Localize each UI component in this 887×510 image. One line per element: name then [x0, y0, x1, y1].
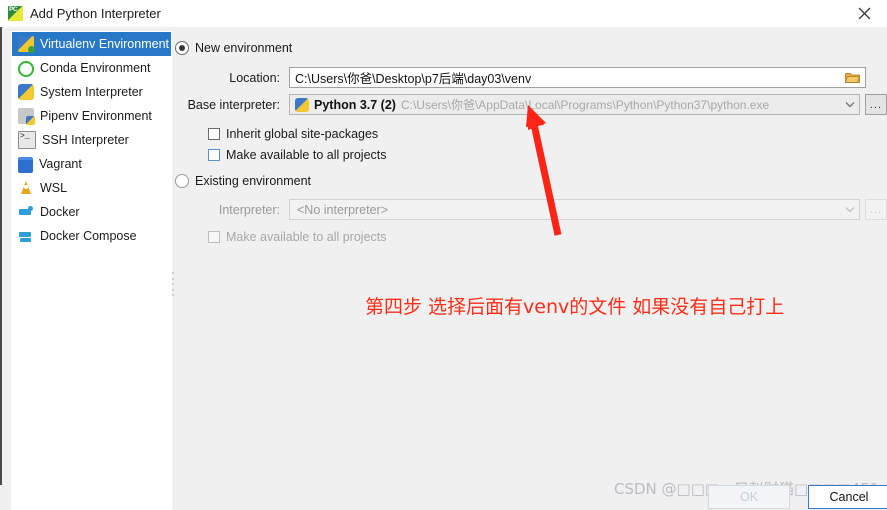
virtualenv-icon [18, 36, 35, 53]
sidebar-item-ssh-interpreter[interactable]: SSH Interpreter [12, 128, 171, 152]
chevron-down-icon[interactable] [840, 200, 859, 219]
sidebar-item-vagrant[interactable]: Vagrant [12, 152, 171, 176]
window-left-edge [0, 27, 2, 485]
location-label: Location: [229, 70, 280, 85]
python-icon [18, 84, 34, 100]
sidebar-item-label: Conda Environment [40, 61, 151, 75]
radio-button-indicator [175, 174, 189, 188]
sidebar-item-label: WSL [40, 181, 68, 195]
base-interpreter-row: Base interpreter: Python 3.7 (2) C:\User… [175, 94, 887, 115]
new-environment-label: New environment [195, 41, 293, 55]
radio-button-indicator [175, 41, 189, 55]
ok-button[interactable]: OK [708, 485, 790, 509]
ok-button-label: OK [739, 490, 759, 504]
sidebar-item-docker[interactable]: Docker [12, 200, 171, 224]
location-input[interactable]: C:\Users\你爸\Desktop\p7后端\day03\venv [289, 67, 866, 88]
new-environment-radio[interactable]: New environment [175, 38, 887, 58]
sidebar-item-wsl[interactable]: WSL [12, 176, 171, 200]
existing-interpreter-value: <No interpreter> [297, 202, 389, 217]
sidebar-item-system-interpreter[interactable]: System Interpreter [12, 80, 171, 104]
splitter-dot [171, 272, 174, 274]
cancel-button-label: Cancel [829, 490, 869, 504]
dialog-body: Virtualenv Environment Conda Environment… [0, 27, 887, 510]
base-interpreter-name: Python 3.7 (2) [314, 97, 396, 112]
sidebar-item-label: Docker [40, 205, 80, 219]
checkbox-indicator [208, 127, 220, 140]
existing-make-available-all-projects-checkbox[interactable]: Make available to all projects [208, 227, 887, 246]
conda-icon [18, 61, 34, 77]
sidebar-item-label: Vagrant [39, 157, 82, 171]
base-interpreter-combobox[interactable]: Python 3.7 (2) C:\Users\你爸\AppData\Local… [289, 94, 860, 115]
checkbox-indicator [208, 148, 220, 161]
ellipsis-icon: ... [869, 98, 883, 111]
existing-environment-label: Existing environment [195, 174, 312, 188]
ellipsis-icon: ... [869, 203, 883, 216]
sidebar-item-label: System Interpreter [40, 85, 143, 99]
make-available-all-projects-label: Make available to all projects [226, 147, 387, 162]
window-titlebar: Add Python Interpreter [0, 0, 887, 27]
sidebar-item-label: Pipenv Environment [40, 109, 152, 123]
wsl-icon [18, 180, 34, 196]
splitter-dot [171, 288, 174, 291]
folder-glyph [844, 73, 860, 83]
chevron-down-icon[interactable] [840, 95, 859, 114]
existing-interpreter-label: Interpreter: [218, 202, 280, 217]
dialog-footer: OK Cancel [0, 485, 887, 509]
base-interpreter-path: C:\Users\你爸\AppData\Local\Programs\Pytho… [400, 98, 770, 112]
interpreter-type-sidebar[interactable]: Virtualenv Environment Conda Environment… [11, 31, 172, 510]
existing-environment-radio[interactable]: Existing environment [175, 171, 887, 191]
cancel-button[interactable]: Cancel [808, 485, 887, 509]
close-icon[interactable] [841, 0, 887, 27]
inherit-global-site-packages-checkbox[interactable]: Inherit global site-packages [208, 124, 887, 143]
existing-interpreter-combobox[interactable]: <No interpreter> [289, 199, 860, 220]
sidebar-item-conda-environment[interactable]: Conda Environment [12, 56, 171, 80]
splitter-dot [171, 283, 174, 285]
annotation-text: 第四步 选择后面有venv的文件 如果没有自己打上 [365, 296, 785, 318]
sidebar-item-pipenv-environment[interactable]: Pipenv Environment [12, 104, 171, 128]
window-title: Add Python Interpreter [30, 6, 161, 21]
chevron-glyph [845, 207, 854, 213]
location-row: Location: C:\Users\你爸\Desktop\p7后端\day03… [175, 67, 887, 88]
close-glyph [858, 7, 870, 20]
docker-icon [18, 204, 34, 220]
sidebar-item-label: SSH Interpreter [42, 133, 129, 147]
base-interpreter-browse-button[interactable]: ... [865, 94, 887, 115]
splitter-dot [171, 277, 174, 280]
docker-compose-icon [18, 228, 34, 244]
base-interpreter-label: Base interpreter: [187, 97, 280, 112]
interpreter-settings-pane: New environment Location: C:\Users\你爸\De… [175, 31, 887, 485]
existing-make-available-all-projects-label: Make available to all projects [226, 229, 387, 244]
folder-icon[interactable] [842, 70, 862, 86]
sidebar-item-label: Virtualenv Environment [40, 37, 170, 51]
pipenv-icon [18, 108, 35, 125]
pycharm-icon [8, 6, 23, 21]
splitter-dot [171, 294, 174, 296]
location-value: C:\Users\你爸\Desktop\p7后端\day03\venv [295, 72, 532, 86]
terminal-icon [18, 131, 36, 149]
existing-interpreter-browse-button[interactable]: ... [865, 199, 887, 220]
python-icon [295, 97, 309, 112]
vagrant-icon [18, 157, 33, 173]
chevron-glyph [845, 102, 854, 108]
sidebar-item-virtualenv-environment[interactable]: Virtualenv Environment [12, 32, 171, 56]
sidebar-item-docker-compose[interactable]: Docker Compose [12, 224, 171, 248]
existing-interpreter-row: Interpreter: <No interpreter> ... [175, 199, 887, 220]
checkbox-indicator [208, 230, 220, 243]
sidebar-item-label: Docker Compose [40, 229, 137, 243]
inherit-global-site-packages-label: Inherit global site-packages [226, 126, 379, 141]
make-available-all-projects-checkbox[interactable]: Make available to all projects [208, 145, 887, 164]
